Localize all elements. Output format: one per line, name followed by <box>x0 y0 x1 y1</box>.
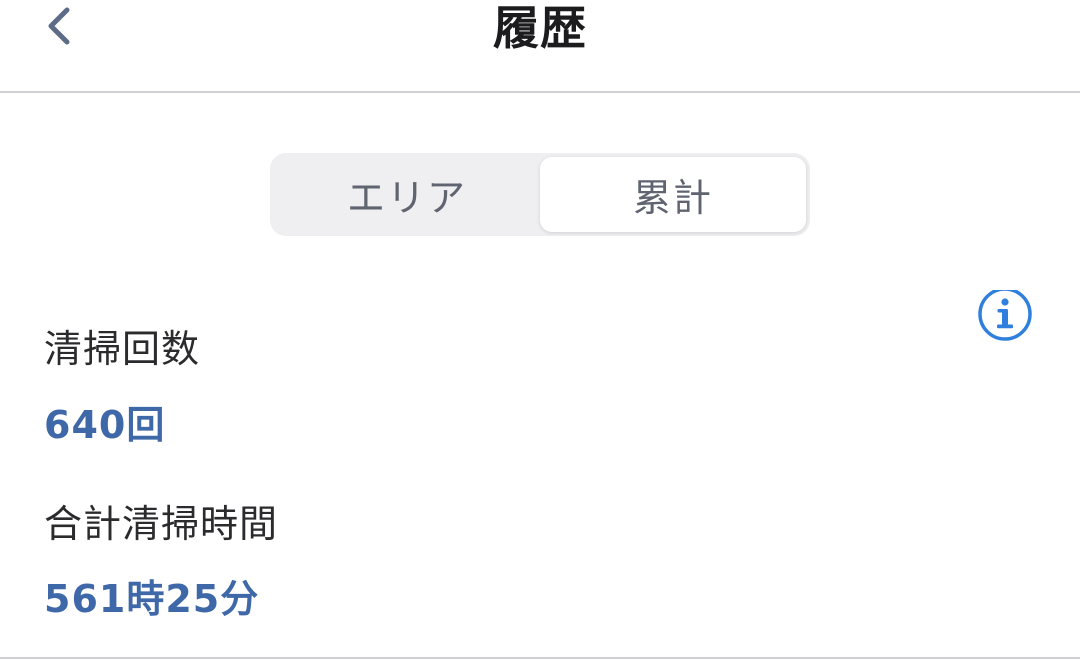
bottom-divider <box>0 657 1080 659</box>
navigation-bar: 履歴 <box>0 0 1080 93</box>
segment-cumulative[interactable]: 累計 <box>540 157 806 232</box>
cleaning-count-label: 清掃回数 <box>44 327 201 371</box>
total-cleaning-time-label: 合計清掃時間 <box>44 502 279 546</box>
segmented-control: エリア 累計 <box>270 153 810 236</box>
info-circle-icon <box>978 287 1032 341</box>
info-button[interactable] <box>977 287 1033 346</box>
total-cleaning-time-value: 561時25分 <box>44 577 260 621</box>
cleaning-count-value: 640回 <box>44 403 166 447</box>
segment-area[interactable]: エリア <box>274 157 540 232</box>
page-title: 履歴 <box>493 1 587 55</box>
